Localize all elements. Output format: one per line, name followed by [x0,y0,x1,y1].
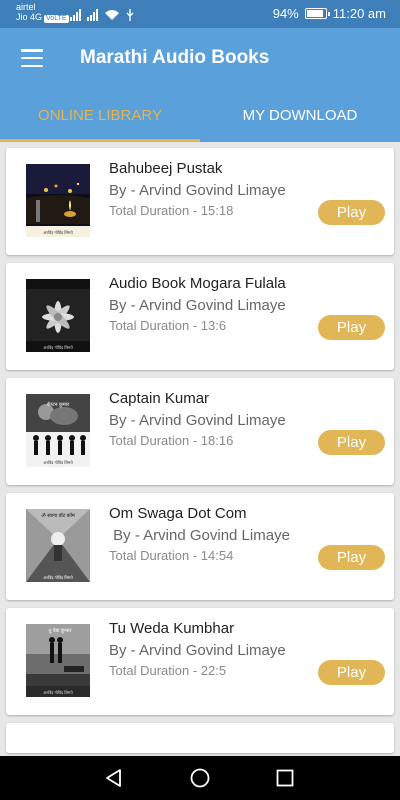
book-author: By - Arvind Govind Limaye [109,297,286,314]
book-title: Om Swaga Dot Com [109,505,247,522]
book-duration: Total Duration - 18:16 [109,433,234,448]
book-card[interactable]: अरविंद गोविंद लिमये Bahubeej Pustak By -… [6,148,394,255]
network-line: Jio 4G VoLTE [16,12,69,23]
wifi-icon [105,10,119,20]
book-card[interactable]: तु वेडा कुंभार अरविंद गोविंद लिमये Tu We… [6,608,394,715]
book-cover-image: तु वेडा कुंभार अरविंद गोविंद लिमये [26,624,90,697]
play-button[interactable]: Play [318,315,385,340]
book-author: By - Arvind Govind Limaye [109,642,286,659]
volte-badge: VoLTE [44,15,69,23]
network-name: Jio 4G [16,12,43,22]
svg-text:अरविंद गोविंद लिमये: अरविंद गोविंद लिमये [43,460,73,465]
book-title: Audio Book Mogara Fulala [109,275,286,292]
book-author: By - Arvind Govind Limaye [109,412,286,429]
book-author: By - Arvind Govind Limaye [109,527,290,544]
battery-icon [304,8,330,19]
clock: 11:20 am [332,6,386,21]
status-icons [70,7,134,21]
book-card[interactable]: ॐ स्वागा डॉट कॉम अरविंद गोविंद लिमये Om … [6,493,394,600]
book-title: Bahubeej Pustak [109,160,223,177]
hamburger-menu-icon[interactable] [21,49,43,67]
book-duration: Total Duration - 22:5 [109,663,227,678]
book-cover-image: अरविंद गोविंद लिमये [26,279,90,352]
book-list[interactable]: अरविंद गोविंद लिमये Bahubeej Pustak By -… [0,142,400,756]
book-author: By - Arvind Govind Limaye [109,182,286,199]
svg-text:अरविंद गोविंद लिमये: अरविंद गोविंद लिमये [43,575,73,580]
svg-text:अरविंद गोविंद लिमये: अरविंद गोविंद लिमये [43,345,73,350]
status-right: 94% 11:20 am [273,6,386,21]
book-title: Tu Weda Kumbhar [109,620,235,637]
signal-1-icon [70,9,81,21]
carrier-name: airtel [16,2,36,12]
tab-my-download[interactable]: MY DOWNLOAD [200,90,400,142]
home-circle-icon[interactable] [189,767,211,789]
play-button[interactable]: Play [318,200,385,225]
book-title: Captain Kumar [109,390,210,407]
book-cover-image: कॅप्टन कुमार अरविंद गोविंद लिमये [26,394,90,467]
svg-text:ॐ स्वागा डॉट कॉम: ॐ स्वागा डॉट कॉम [41,512,75,519]
play-button[interactable]: Play [318,660,385,685]
app-bar: Marathi Audio Books [0,28,400,90]
back-triangle-icon[interactable] [103,767,125,789]
svg-text:अरविंद गोविंद लिमये: अरविंद गोविंद लिमये [43,230,73,235]
book-duration: Total Duration - 14:54 [109,548,234,563]
book-duration: Total Duration - 13:6 [109,318,227,333]
signal-2-icon [87,9,98,21]
battery-fill [306,10,323,17]
recent-apps-square-icon[interactable] [274,767,296,789]
system-nav-bar [0,756,400,800]
status-bar: airtel Jio 4G VoLTE 94% 11:20 am [0,0,400,28]
play-button[interactable]: Play [318,430,385,455]
play-button[interactable]: Play [318,545,385,570]
book-card[interactable]: अरविंद गोविंद लिमये Audio Book Mogara Fu… [6,263,394,370]
carrier-info: airtel Jio 4G VoLTE [16,2,69,23]
tab-online-library[interactable]: ONLINE LIBRARY [0,90,200,142]
svg-text:तु वेडा कुंभार: तु वेडा कुंभार [48,627,72,634]
svg-text:अरविंद गोविंद लिमये: अरविंद गोविंद लिमये [43,690,73,695]
battery-percent: 94% [272,6,299,21]
book-card-partial[interactable] [6,723,394,753]
book-card[interactable]: कॅप्टन कुमार अरविंद गोविंद लिमये Captain… [6,378,394,485]
book-duration: Total Duration - 15:18 [109,203,234,218]
svg-text:कॅप्टन कुमार: कॅप्टन कुमार [47,401,70,408]
app-title: Marathi Audio Books [80,47,270,68]
tab-bar: ONLINE LIBRARY MY DOWNLOAD [0,90,400,142]
book-cover-image: ॐ स्वागा डॉट कॉम अरविंद गोविंद लिमये [26,509,90,582]
book-cover-image: अरविंद गोविंद लिमये [26,164,90,237]
usb-icon [126,9,134,21]
